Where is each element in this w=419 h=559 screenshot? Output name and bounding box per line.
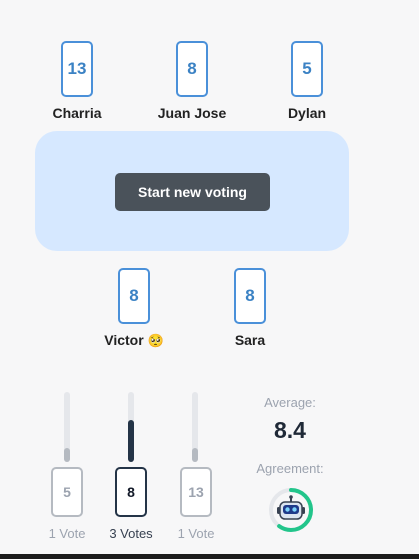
average-value: 8.4 [274,417,306,443]
result-card: 8 [115,467,147,517]
vote-bar-track [192,392,198,462]
agreement-label: Agreement: [256,461,324,476]
result-card: 13 [180,467,212,517]
player-card: 5 [291,41,323,97]
vote-bar-track [128,392,134,462]
start-new-voting-button[interactable]: Start new voting [115,173,270,211]
player-victor: 8 Victor 🥺 [79,268,189,349]
player-dylan: 5 Dylan [252,41,362,121]
vote-bar [192,448,198,462]
vote-bar [64,448,70,462]
player-sara: 8 Sara [195,268,305,348]
vote-count: 1 Vote [177,526,215,541]
pleading-face-emoji: 🥺 [147,333,164,348]
player-card: 13 [61,41,93,97]
player-name: Victor [104,332,144,348]
poker-table: Start new voting [35,131,349,251]
vote-bar-track [64,392,70,462]
player-card: 8 [118,268,150,324]
player-charria: 13 Charria [22,41,132,121]
player-card: 8 [176,41,208,97]
player-juan-jose: 8 Juan Jose [137,41,247,121]
agreement-ring [269,488,313,532]
average-label: Average: [264,395,316,410]
robot-icon [277,495,305,520]
vote-bar [128,420,134,462]
player-name: Sara [234,332,266,348]
player-name: Juan Jose [157,105,227,121]
player-name: Charria [52,105,102,121]
player-card: 8 [234,268,266,324]
player-name: Dylan [287,105,327,121]
result-card: 5 [51,467,83,517]
player-name-row: Victor 🥺 [79,332,189,349]
window-bottom-edge [0,554,419,559]
